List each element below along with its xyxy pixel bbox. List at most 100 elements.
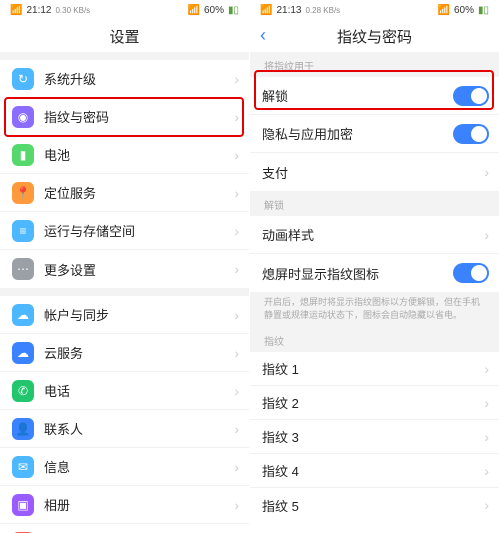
settings-row[interactable]: ▣ 相册›: [0, 486, 249, 524]
option-row[interactable]: 解锁: [250, 77, 499, 115]
fingerprint-usefor-list: 解锁隐私与应用加密支付›: [250, 77, 499, 191]
battery-icon: ▮▯: [228, 5, 239, 16]
chevron-right-icon: ›: [234, 345, 239, 361]
row-label: 运行与存储空间: [44, 221, 234, 240]
chevron-right-icon: ›: [234, 261, 239, 277]
settings-list-1: ↻系统升级›◉指纹与密码›▮电池›📍定位服务›≡运行与存储空间›⋯更多设置›: [0, 60, 249, 288]
toggle-switch[interactable]: [453, 263, 489, 283]
status-net: 0.28 KB/s: [305, 6, 340, 15]
chevron-right-icon: ›: [484, 395, 489, 411]
add-fingerprint-row[interactable]: 添加指纹: [250, 522, 499, 533]
row-icon: ⋯: [12, 258, 34, 280]
add-fingerprint-row-wrap: 添加指纹: [250, 522, 499, 533]
row-label: 隐私与应用加密: [262, 124, 453, 143]
row-label: 相册: [44, 495, 234, 514]
option-row[interactable]: 动画样式›: [250, 216, 499, 254]
chevron-right-icon: ›: [234, 147, 239, 163]
phone-right: 📶 21:13 0.28 KB/s 📶 60% ▮▯ ‹ 指纹与密码 将指纹用于…: [250, 0, 500, 533]
back-button[interactable]: ‹: [260, 25, 266, 46]
settings-row[interactable]: ◉指纹与密码›: [0, 98, 249, 136]
row-label: 系统升级: [44, 69, 234, 88]
settings-row[interactable]: 📍定位服务›: [0, 174, 249, 212]
toggle-switch[interactable]: [453, 124, 489, 144]
row-label: 联系人: [44, 419, 234, 438]
option-row[interactable]: 隐私与应用加密: [250, 115, 499, 153]
settings-row[interactable]: 👤 联系人›: [0, 410, 249, 448]
section-label-unlock: 解锁: [250, 191, 499, 216]
row-label: 电池: [44, 145, 234, 164]
option-row[interactable]: 指纹 1›: [250, 352, 499, 386]
chevron-right-icon: ›: [234, 459, 239, 475]
page-title-left: 设置: [0, 20, 249, 52]
row-label: 指纹 2: [262, 393, 484, 412]
row-icon: 👤: [12, 418, 34, 440]
settings-list-2: ☁帐户与同步›☁云服务›✆电话›👤联系人›✉信息›▣相册›▦日历›: [0, 296, 249, 533]
chevron-right-icon: ›: [484, 227, 489, 243]
page-title-right: ‹ 指纹与密码: [250, 20, 499, 52]
row-label: 电话: [44, 381, 234, 400]
chevron-right-icon: ›: [484, 463, 489, 479]
row-icon: ☁: [12, 342, 34, 364]
chevron-right-icon: ›: [234, 383, 239, 399]
row-label: 定位服务: [44, 183, 234, 202]
row-icon: ▣: [12, 494, 34, 516]
helper-text: 开启后，熄屏时将显示指纹图标以方便解锁，但在手机静置或规律运动状态下，图标会自动…: [250, 292, 499, 327]
wifi-icon: 📶: [188, 5, 200, 16]
settings-row[interactable]: ▮ 电池›: [0, 136, 249, 174]
title-label: 设置: [109, 26, 139, 47]
battery-pct: 60%: [454, 5, 474, 16]
row-icon: ↻: [12, 68, 34, 90]
chevron-right-icon: ›: [234, 71, 239, 87]
chevron-right-icon: ›: [234, 185, 239, 201]
settings-row[interactable]: ↻ 系统升级›: [0, 60, 249, 98]
row-label: 支付: [262, 163, 484, 182]
settings-row[interactable]: ✆ 电话›: [0, 372, 249, 410]
row-label: 指纹 5: [262, 496, 484, 515]
row-label: 指纹 1: [262, 359, 484, 378]
chevron-right-icon: ›: [234, 307, 239, 323]
settings-row[interactable]: ⋯ 更多设置›: [0, 250, 249, 288]
unlock-options-list: 动画样式› 熄屏时显示指纹图标: [250, 216, 499, 292]
option-row[interactable]: 指纹 4›: [250, 454, 499, 488]
settings-row[interactable]: ≡运行与存储空间›: [0, 212, 249, 250]
row-label: 云服务: [44, 343, 234, 362]
chevron-right-icon: ›: [234, 223, 239, 239]
section-label-fingerprints: 指纹: [250, 327, 499, 352]
wifi-icon: 📶: [438, 5, 450, 16]
phone-left: 📶 21:12 0.30 KB/s 📶 60% ▮▯ 设置 ↻系统升级›◉指纹与…: [0, 0, 250, 533]
battery-icon: ▮▯: [478, 5, 489, 16]
signal-icon: 📶: [260, 5, 272, 16]
option-row[interactable]: 指纹 2›: [250, 386, 499, 420]
status-bar: 📶 21:13 0.28 KB/s 📶 60% ▮▯: [250, 0, 499, 20]
row-label: 动画样式: [262, 225, 484, 244]
row-icon: ☁: [12, 304, 34, 326]
chevron-right-icon: ›: [234, 421, 239, 437]
settings-row[interactable]: ☁ 云服务›: [0, 334, 249, 372]
row-icon: ▮: [12, 144, 34, 166]
status-net: 0.30 KB/s: [55, 6, 90, 15]
settings-row[interactable]: ☁ 帐户与同步›: [0, 296, 249, 334]
chevron-right-icon: ›: [484, 429, 489, 445]
row-label: 指纹 4: [262, 461, 484, 480]
row-icon: ✆: [12, 380, 34, 402]
toggle-switch[interactable]: [453, 86, 489, 106]
battery-pct: 60%: [204, 5, 224, 16]
fingerprints-list: 指纹 1›指纹 2›指纹 3›指纹 4›指纹 5›: [250, 352, 499, 522]
row-label: 解锁: [262, 86, 453, 105]
section-label-usefor: 将指纹用于: [250, 52, 499, 77]
row-label: 指纹与密码: [44, 107, 234, 126]
signal-icon: 📶: [10, 5, 22, 16]
row-label: 帐户与同步: [44, 305, 234, 324]
row-label: 更多设置: [44, 260, 234, 279]
row-label: 熄屏时显示指纹图标: [262, 264, 453, 283]
status-time: 21:12: [26, 5, 51, 16]
option-row[interactable]: 熄屏时显示指纹图标: [250, 254, 499, 292]
option-row[interactable]: 指纹 3›: [250, 420, 499, 454]
title-label: 指纹与密码: [337, 26, 412, 47]
chevron-right-icon: ›: [484, 361, 489, 377]
option-row[interactable]: 指纹 5›: [250, 488, 499, 522]
chevron-right-icon: ›: [234, 497, 239, 513]
settings-row[interactable]: ✉信息›: [0, 448, 249, 486]
settings-row[interactable]: ▦日历›: [0, 524, 249, 533]
option-row[interactable]: 支付›: [250, 153, 499, 191]
